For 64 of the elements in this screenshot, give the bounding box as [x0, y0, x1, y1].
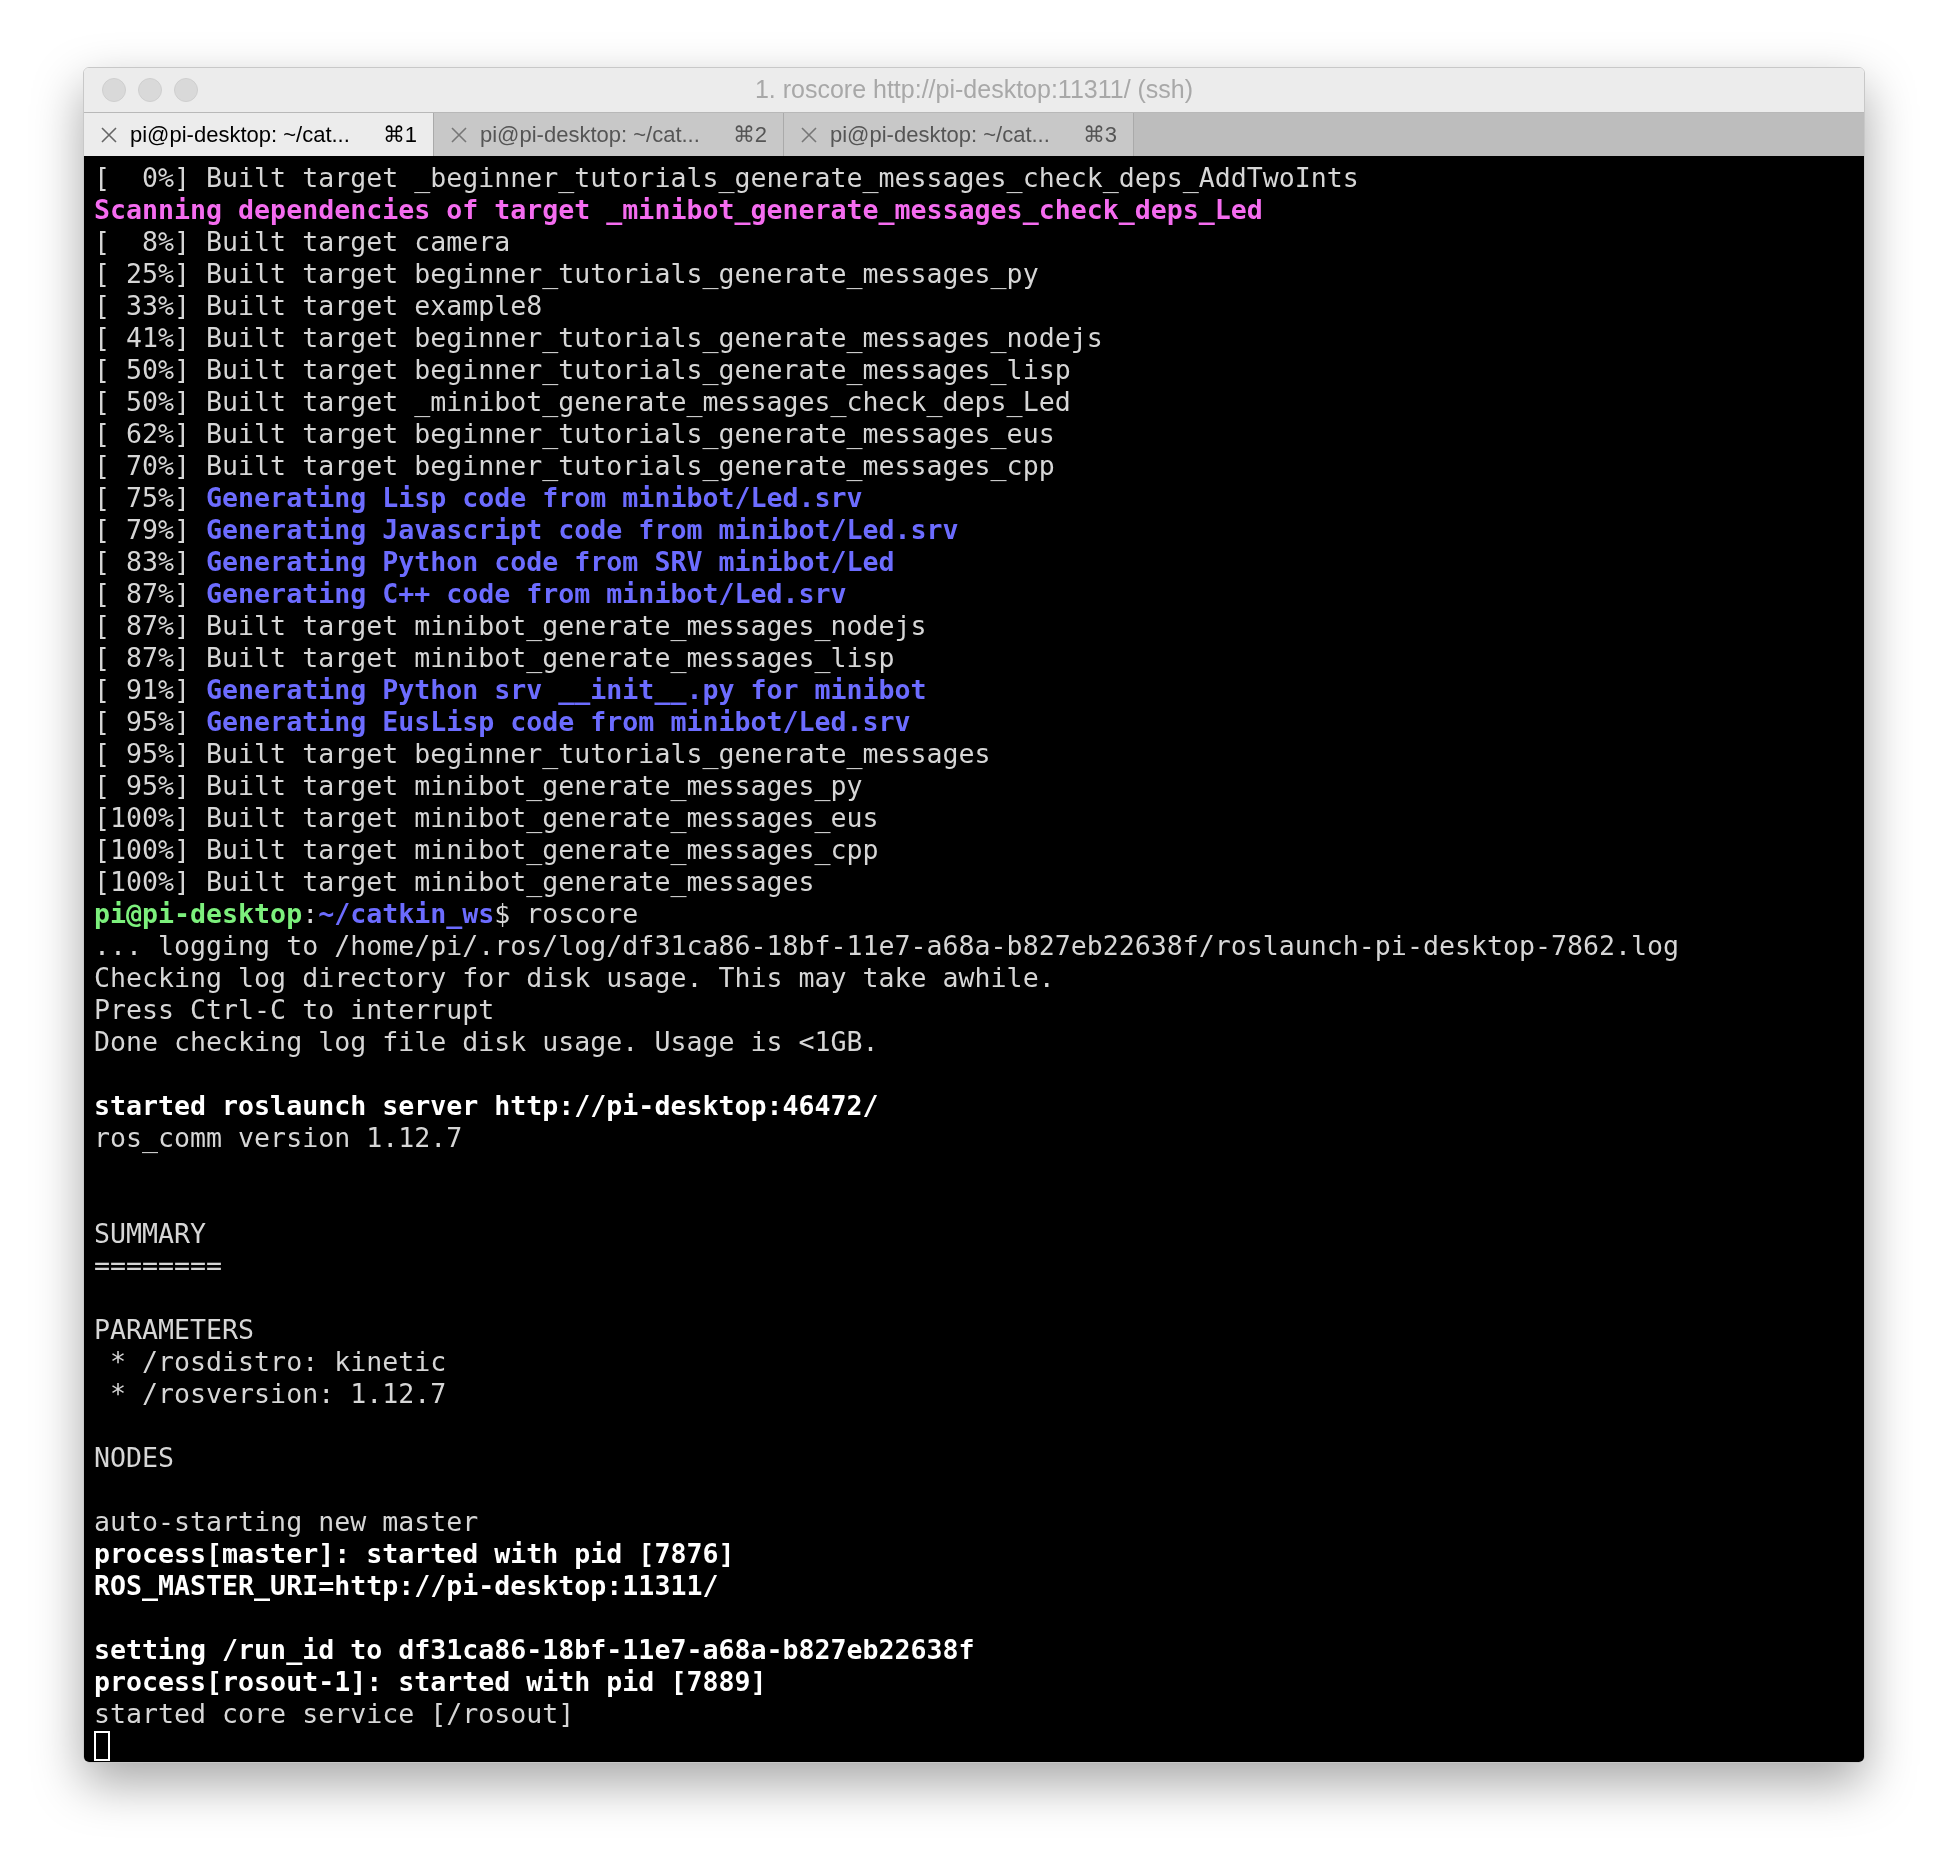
terminal-text: Done checking log file disk usage. Usage is <1GB. [94, 1026, 879, 1057]
terminal-text: ======== [94, 1250, 223, 1281]
terminal-text: [ 50%] Built target beginner_tutorials_generate_messages_lisp [94, 354, 1071, 385]
terminal-text: [ 8%] Built target camera [94, 226, 511, 257]
terminal-text: [ 87%] Built target minibot_generate_messages_nodejs [94, 610, 927, 641]
window-title: 1. roscore http://pi-desktop:11311/ (ssh) [754, 74, 1194, 106]
terminal-text: [ 87%] [94, 578, 192, 609]
terminal-text: [ 87%] Built target minibot_generate_messages_lisp [94, 642, 895, 673]
terminal-text: [ 75%] [94, 482, 192, 513]
tab-label: pi@pi-desktop: ~/cat... [480, 121, 700, 149]
terminal-text: [ 62%] Built target beginner_tutorials_generate_messages_eus [94, 418, 1055, 449]
tab-label: pi@pi-desktop: ~/cat... [830, 121, 1050, 149]
tab-shortcut: ⌘3 [1082, 121, 1117, 149]
terminal-text: ... logging to /home/pi/.ros/log/df31ca86-18bf-11e7-a68a-b827eb22638f/roslaunch-pi-desktop-7862.log [94, 930, 1680, 961]
terminal-text: ~/catkin_ws [318, 898, 495, 929]
terminal-text: auto-starting new master [94, 1506, 479, 1537]
terminal-text: [ 50%] Built target _minibot_generate_messages_check_deps_Led [94, 386, 1071, 417]
terminal-text: Press Ctrl-C to interrupt [94, 994, 495, 1025]
terminal-text: Generating Javascript code from minibot/Led.srv [206, 514, 959, 545]
terminal-text: SUMMARY [94, 1218, 207, 1249]
terminal-text: [ 95%] [94, 706, 192, 737]
terminal-text: started core service [/rosout] [94, 1698, 575, 1729]
terminal-text: [100%] Built target minibot_generate_messages_cpp [94, 834, 879, 865]
terminal-text: Generating Python code from SRV minibot/Led [206, 546, 895, 577]
terminal-text: [100%] Built target minibot_generate_messages_eus [94, 802, 879, 833]
tab-shortcut: ⌘1 [382, 121, 417, 149]
terminal-tab[interactable]: pi@pi-desktop: ~/cat... ⌘1 [84, 113, 434, 156]
terminal-text: [ 83%] [94, 546, 192, 577]
terminal-tab[interactable]: pi@pi-desktop: ~/cat... ⌘3 [784, 113, 1134, 156]
close-icon[interactable] [800, 125, 818, 144]
terminal-text: process[master]: started with pid [7876] [94, 1538, 735, 1569]
terminal-text: [ 79%] [94, 514, 192, 545]
terminal-text: setting /run_id to df31ca86-18bf-11e7-a68a-b827eb22638f [94, 1634, 975, 1665]
terminal-tab[interactable]: pi@pi-desktop: ~/cat... ⌘2 [434, 113, 784, 156]
terminal-text: : [302, 898, 319, 929]
terminal-text: [ 91%] [94, 674, 192, 705]
terminal-text: [ 41%] Built target beginner_tutorials_generate_messages_nodejs [94, 322, 1103, 353]
terminal-text: ros_comm version 1.12.7 [94, 1122, 463, 1153]
terminal-text: $ roscore [494, 898, 639, 929]
terminal-text: * /rosversion: 1.12.7 [109, 1378, 447, 1409]
tab-shortcut: ⌘2 [732, 121, 767, 149]
terminal-text: NODES [94, 1442, 175, 1473]
terminal-text: [ 0%] Built target _beginner_tutorials_generate_messages_check_deps_AddTwoInts [94, 162, 1359, 193]
terminal-text: [ 95%] Built target beginner_tutorials_generate_messages [94, 738, 991, 769]
tab-label: pi@pi-desktop: ~/cat... [130, 121, 350, 149]
terminal-text: Checking log directory for disk usage. This may take awhile. [94, 962, 1055, 993]
terminal-text: process[rosout-1]: started with pid [7889] [94, 1666, 767, 1697]
terminal-text: [ 95%] Built target minibot_generate_messages_py [94, 770, 863, 801]
terminal-text: Scanning dependencies of target _minibot_generate_messages_check_deps_Led [94, 194, 1263, 225]
terminal-text: [100%] Built target minibot_generate_messages [94, 866, 815, 897]
terminal-text: Generating EusLisp code from minibot/Led.srv [206, 706, 911, 737]
terminal-text: started roslaunch server http://pi-desktop:46472/ [94, 1090, 879, 1121]
close-icon[interactable] [100, 125, 118, 144]
terminal-text: pi@pi-desktop [94, 898, 303, 929]
terminal-text: Generating C++ code from minibot/Led.srv [206, 578, 847, 609]
terminal-text: [ 70%] Built target beginner_tutorials_generate_messages_cpp [94, 450, 1055, 481]
terminal-text: ROS_MASTER_URI=http://pi-desktop:11311/ [94, 1570, 719, 1601]
terminal-text: [ 25%] Built target beginner_tutorials_generate_messages_py [94, 258, 1039, 289]
terminal-text: Generating Lisp code from minibot/Led.srv [206, 482, 863, 513]
terminal-text: Generating Python srv __init__.py for minibot [206, 674, 927, 705]
terminal-text: PARAMETERS [94, 1314, 255, 1345]
close-icon[interactable] [450, 125, 468, 144]
terminal-text: * /rosdistro: kinetic [109, 1346, 447, 1377]
terminal-text: [ 33%] Built target example8 [94, 290, 543, 321]
